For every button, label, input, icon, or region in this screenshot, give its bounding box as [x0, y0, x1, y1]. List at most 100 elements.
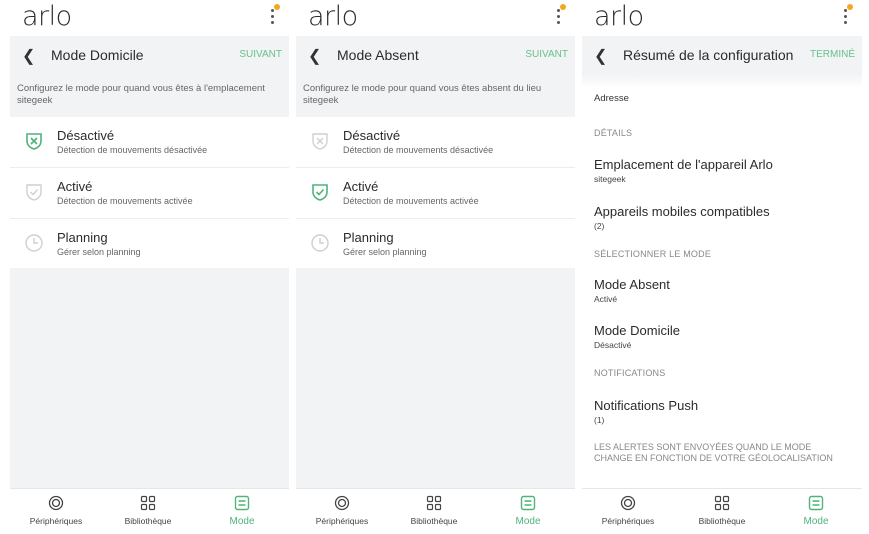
scroll-shadow [582, 74, 862, 88]
clock-icon [25, 234, 43, 252]
shield-check-icon [26, 184, 42, 201]
mode-away-screen: arlo ❮ Mode Absent SUIVANT Configurez le… [296, 0, 575, 534]
tab-label: Périphériques [315, 516, 369, 526]
empty-area [296, 268, 575, 488]
mode-options-list: Désactivé Détection de mouvements désact… [296, 117, 575, 270]
notification-dot [847, 4, 853, 10]
option-subtitle: Détection de mouvements désactivée [57, 145, 208, 155]
home-mode-row[interactable]: Mode Domicile Désactivé [594, 323, 680, 350]
notification-dot [274, 4, 280, 10]
option-subtitle: Détection de mouvements activée [57, 196, 193, 206]
tab-label: Périphériques [601, 516, 655, 526]
row-title: Appareils mobiles compatibles [594, 204, 770, 219]
nav-bar: ❮ Résumé de la configuration TERMINÉ [582, 36, 862, 74]
option-title: Planning [57, 230, 108, 245]
mode-options-list: Désactivé Détection de mouvements désact… [10, 117, 289, 270]
mode-description: Configurez le mode pour quand vous êtes … [296, 74, 575, 117]
clock-icon [311, 234, 329, 252]
option-title: Activé [57, 179, 93, 194]
tab-mode[interactable]: Mode [202, 495, 282, 527]
next-button[interactable]: SUIVANT [239, 49, 282, 60]
bottom-tab-bar: Périphériques Bibliothèque Mode [10, 488, 289, 534]
row-value: sitegeek [594, 174, 626, 184]
option-enabled[interactable]: Activé Détection de mouvements activée [10, 168, 289, 219]
nav-bar: ❮ Mode Absent SUIVANT [296, 36, 575, 74]
tab-library[interactable]: Bibliothèque [682, 495, 762, 526]
row-title: Mode Domicile [594, 323, 680, 338]
push-notifications-row[interactable]: Notifications Push (1) [594, 398, 698, 425]
compatible-devices-row[interactable]: Appareils mobiles compatibles (2) [594, 204, 770, 231]
row-title: Mode Absent [594, 277, 670, 292]
nav-bar: ❮ Mode Domicile SUIVANT [10, 36, 289, 74]
arlo-logo: arlo [22, 1, 72, 32]
library-grid-icon [714, 495, 730, 511]
tab-devices[interactable]: Périphériques [588, 495, 668, 526]
devices-icon [48, 495, 64, 511]
shield-check-icon [312, 184, 328, 201]
row-value: Activé [594, 294, 618, 304]
page-title: Mode Absent [337, 47, 419, 63]
tab-mode[interactable]: Mode [776, 495, 856, 527]
chevron-left-icon[interactable]: ❮ [308, 46, 321, 66]
tab-label: Mode [803, 516, 829, 527]
option-enabled[interactable]: Activé Détection de mouvements activée [296, 168, 575, 219]
tab-mode[interactable]: Mode [488, 495, 568, 527]
top-bar: arlo [296, 0, 575, 35]
option-title: Activé [343, 179, 379, 194]
tab-library[interactable]: Bibliothèque [108, 495, 188, 526]
chevron-left-icon[interactable]: ❮ [594, 46, 607, 66]
more-menu-icon[interactable] [268, 4, 280, 26]
option-subtitle: Détection de mouvements activée [343, 196, 479, 206]
devices-icon [620, 495, 636, 511]
tab-devices[interactable]: Périphériques [302, 495, 382, 526]
arlo-logo: arlo [594, 1, 644, 32]
top-bar: arlo [582, 0, 862, 35]
option-disabled[interactable]: Désactivé Détection de mouvements désact… [10, 117, 289, 168]
row-title: Notifications Push [594, 398, 699, 413]
devices-icon [334, 495, 350, 511]
row-value: (2) [594, 221, 605, 231]
configuration-summary-screen: arlo ❮ Résumé de la configuration TERMIN… [582, 0, 862, 534]
address-label: Adresse [594, 93, 629, 104]
more-menu-icon[interactable] [841, 4, 853, 26]
summary-list: Adresse DÉTAILS Emplacement de l'apparei… [582, 88, 862, 488]
device-location-row[interactable]: Emplacement de l'appareil Arlo sitegeek [594, 157, 773, 184]
option-schedule[interactable]: Planning Gérer selon planning [10, 219, 289, 270]
option-disabled[interactable]: Désactivé Détection de mouvements désact… [296, 117, 575, 168]
option-title: Planning [343, 230, 394, 245]
row-title: Emplacement de l'appareil Arlo [594, 157, 773, 172]
tab-label: Bibliothèque [410, 516, 458, 526]
option-subtitle: Détection de mouvements désactivée [343, 145, 494, 155]
option-title: Désactivé [343, 128, 401, 143]
bottom-tab-bar: Périphériques Bibliothèque Mode [582, 488, 862, 534]
option-subtitle: Gérer selon planning [57, 247, 141, 257]
mode-icon [808, 495, 824, 511]
shield-x-icon [312, 133, 328, 150]
empty-area [10, 268, 289, 488]
mode-description: Configurez le mode pour quand vous êtes … [10, 74, 289, 117]
tab-label: Mode [229, 516, 255, 527]
notification-dot [560, 4, 566, 10]
arlo-logo: arlo [308, 1, 358, 32]
mode-icon [520, 495, 536, 511]
section-header-select-mode: SÉLECTIONNER LE MODE [594, 249, 712, 259]
option-title: Désactivé [57, 128, 115, 143]
next-button[interactable]: SUIVANT [525, 49, 568, 60]
tab-library[interactable]: Bibliothèque [394, 495, 474, 526]
alerts-note: LES ALERTES SONT ENVOYÉES QUAND LE MODE … [594, 442, 833, 463]
library-grid-icon [140, 495, 156, 511]
done-button[interactable]: TERMINÉ [810, 49, 855, 60]
chevron-left-icon[interactable]: ❮ [22, 46, 35, 66]
page-title: Mode Domicile [51, 47, 144, 63]
more-menu-icon[interactable] [554, 4, 566, 26]
tab-label: Bibliothèque [124, 516, 172, 526]
address-row[interactable]: Adresse [594, 93, 629, 104]
option-schedule[interactable]: Planning Gérer selon planning [296, 219, 575, 270]
tab-label: Périphériques [29, 516, 83, 526]
page-title: Résumé de la configuration [623, 47, 794, 63]
shield-x-icon [26, 133, 42, 150]
tab-devices[interactable]: Périphériques [16, 495, 96, 526]
away-mode-row[interactable]: Mode Absent Activé [594, 277, 670, 304]
mode-icon [234, 495, 250, 511]
tab-label: Bibliothèque [698, 516, 746, 526]
